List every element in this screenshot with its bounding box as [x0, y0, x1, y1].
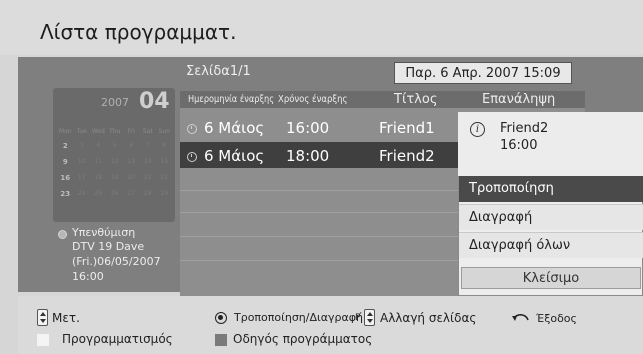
info-icon: i — [470, 122, 485, 137]
calendar-day: 26 — [110, 190, 119, 197]
row-title: Friend1 — [379, 119, 435, 137]
row-date: 6 Μάιος — [204, 147, 265, 165]
calendar-day: 28 — [143, 190, 152, 197]
calendar-month: 04 — [139, 89, 170, 114]
row-time: 18:00 — [286, 147, 330, 165]
row-title: Friend2 — [379, 147, 435, 165]
white-key-icon — [37, 334, 49, 346]
calendar-day: 12 — [110, 158, 119, 165]
grey-key-icon — [215, 334, 227, 346]
calendar-day: 6 — [129, 142, 134, 149]
calendar-day: 20 — [127, 174, 136, 181]
calendar-day: 14 — [143, 158, 152, 165]
row-divider — [180, 260, 460, 261]
close-button[interactable]: Κλείσιμο — [461, 267, 641, 289]
legend-move: Μετ. — [52, 311, 80, 325]
page-indicator: Σελίδα1/1 — [186, 64, 251, 79]
weekday-label: Thu — [109, 128, 121, 135]
column-title: Τίτλος — [394, 92, 438, 107]
menu-item-delete-all[interactable]: Διαγραφή όλων — [459, 232, 643, 258]
popup-program-title: Friend2 — [500, 121, 549, 136]
current-datetime: Παρ. 6 Απρ. 2007 15:09 — [394, 62, 572, 84]
calendar-day: 9 — [62, 158, 68, 166]
calendar: 2007 04 Mon Tue Wed Thu Fri Sat Sun 2 3 … — [53, 88, 175, 222]
table-header: Ημερομηνία έναρξης Χρόνος έναρξης Τίτλος… — [180, 91, 585, 108]
legend-schedule: Προγραμματισμός — [62, 332, 173, 346]
weekday-label: Sat — [142, 128, 153, 135]
popup-info — [458, 112, 643, 176]
weekday-label: Mon — [58, 128, 72, 135]
row-date: 6 Μάιος — [204, 119, 265, 137]
reminder-clock-icon — [187, 152, 197, 162]
calendar-week: 9 10 11 12 13 14 15 — [57, 158, 173, 171]
reminder-clock-icon — [187, 124, 197, 134]
calendar-day: 19 — [110, 174, 119, 181]
calendar-weekday-row: Mon Tue Wed Thu Fri Sat Sun — [57, 128, 173, 141]
calendar-day: 17 — [77, 174, 86, 181]
reminder-clock-icon — [58, 230, 67, 239]
menu-item-label: Διαγραφή όλων — [469, 238, 571, 253]
column-start-date: Ημερομηνία έναρξης — [188, 94, 275, 105]
row-time: 16:00 — [286, 119, 330, 137]
calendar-day: 15 — [160, 158, 169, 165]
return-arrow-icon — [512, 314, 529, 321]
row-divider — [180, 190, 460, 191]
reminder-label: Υπενθύμιση — [72, 226, 136, 239]
up-down-arrows-icon — [37, 309, 48, 326]
calendar-day: 11 — [94, 158, 103, 165]
ok-button-icon — [215, 312, 227, 324]
reminder-channel: DTV 19 Dave — [72, 240, 145, 253]
legend-exit: Έξοδος — [536, 312, 577, 325]
row-divider — [180, 212, 460, 213]
calendar-week: 2 3 4 5 6 7 8 — [57, 142, 173, 155]
column-start-time: Χρόνος έναρξης — [278, 94, 348, 105]
menu-item-delete[interactable]: Διαγραφή — [459, 204, 643, 230]
page-key-label: P — [355, 313, 361, 323]
calendar-day: 27 — [127, 190, 136, 197]
weekday-label: Tue — [76, 128, 87, 135]
calendar-week: 23 24 25 26 27 28 29 — [57, 190, 173, 203]
menu-item-modify[interactable]: Τροποποίηση — [459, 176, 643, 202]
calendar-day: 25 — [94, 190, 103, 197]
calendar-week: 16 17 18 19 20 21 22 — [57, 174, 173, 187]
legend-modify-delete: Τροποποίηση/Διαγραφή — [234, 311, 363, 324]
column-repeat: Επανάληψη — [482, 92, 556, 107]
calendar-day: 24 — [77, 190, 86, 197]
calendar-day: 18 — [94, 174, 103, 181]
calendar-day: 29 — [160, 190, 169, 197]
calendar-day: 3 — [79, 142, 84, 149]
calendar-day: 4 — [96, 142, 101, 149]
calendar-day: 2 — [62, 142, 68, 150]
calendar-day: 5 — [112, 142, 117, 149]
calendar-day: 22 — [160, 174, 169, 181]
reminder-date: (Fri.)06/05/2007 — [72, 255, 161, 268]
calendar-day: 8 — [162, 142, 167, 149]
weekday-label: Fri — [127, 128, 135, 135]
calendar-day: 16 — [60, 174, 71, 182]
row-divider — [180, 236, 460, 237]
page-title: Λίστα προγραμματ. — [40, 20, 237, 44]
calendar-day: 10 — [77, 158, 86, 165]
legend-program-guide: Οδηγός προγράμματος — [233, 332, 373, 346]
calendar-day: 23 — [60, 190, 71, 198]
page-up-down-icon — [364, 309, 375, 326]
popup-program-time: 16:00 — [500, 138, 538, 153]
reminder-time: 16:00 — [72, 270, 104, 283]
weekday-label: Wed — [91, 128, 105, 135]
weekday-label: Sun — [158, 128, 170, 135]
calendar-day: 21 — [143, 174, 152, 181]
calendar-day: 13 — [127, 158, 136, 165]
calendar-year: 2007 — [101, 96, 129, 109]
legend-page-change: Αλλαγή σελίδας — [380, 311, 477, 325]
menu-item-label: Τροποποίηση — [469, 181, 554, 196]
calendar-day: 7 — [145, 142, 150, 149]
menu-item-label: Διαγραφή — [469, 210, 533, 225]
